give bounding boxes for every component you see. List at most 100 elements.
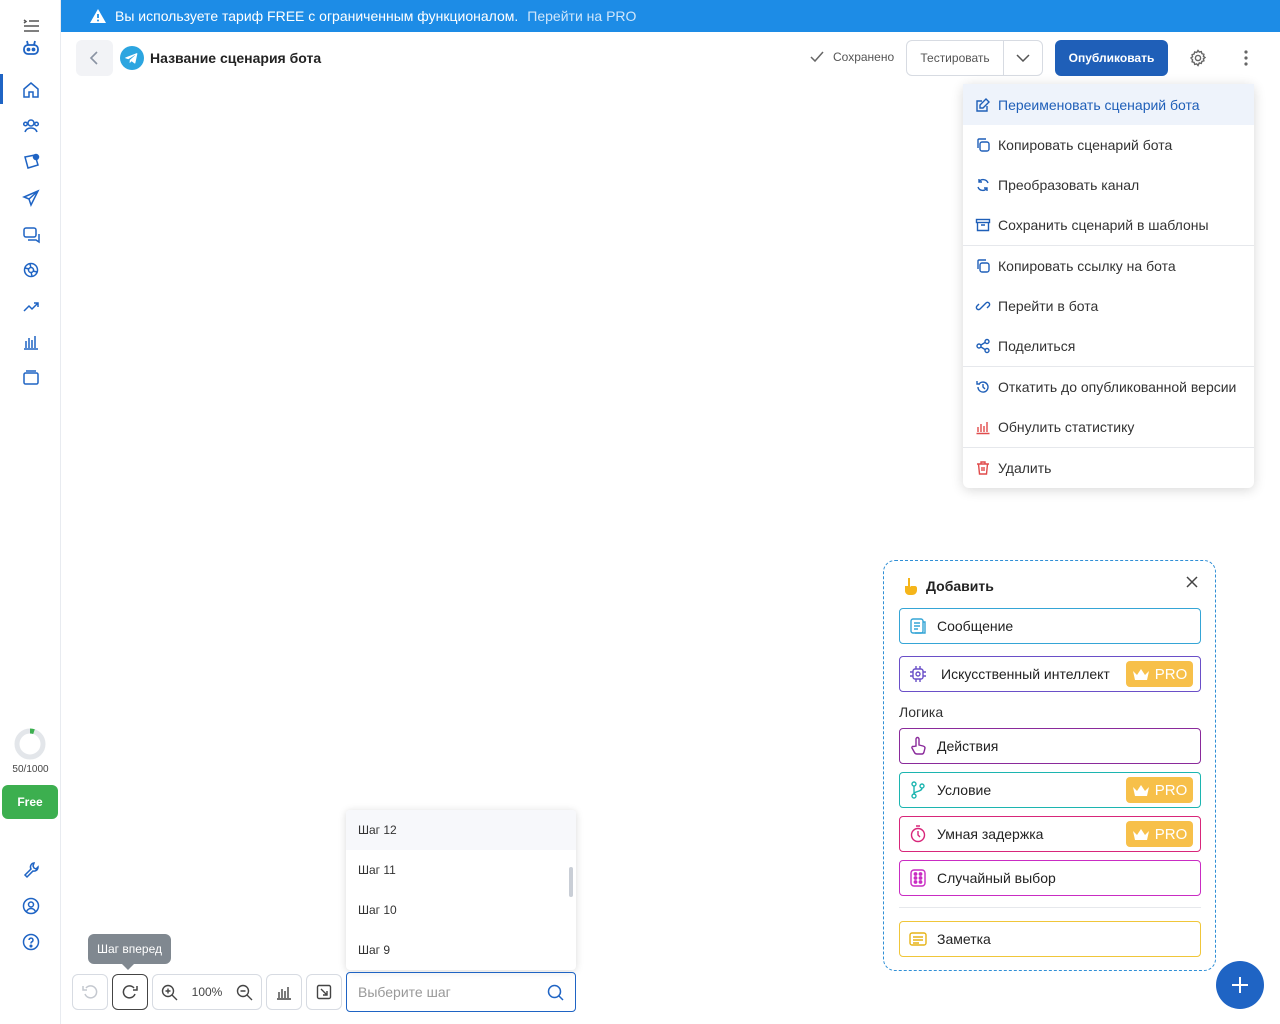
profile-icon[interactable] xyxy=(21,896,41,916)
bot-logo-icon[interactable] xyxy=(21,38,41,58)
undo-icon xyxy=(82,985,98,999)
usage-ring xyxy=(14,728,46,760)
add-panel-title-text: Добавить xyxy=(926,578,994,594)
bar-chart-icon xyxy=(277,987,291,1000)
edit-icon xyxy=(976,97,990,112)
zoom-in-icon[interactable] xyxy=(161,984,178,1001)
step-option[interactable]: Шаг 9 xyxy=(346,930,576,970)
block-label: Заметка xyxy=(937,931,991,947)
usage-counter: 50/1000 xyxy=(12,764,49,775)
users-icon[interactable] xyxy=(21,116,41,136)
menu-item-rollback[interactable]: Откатить до опубликованной версии xyxy=(963,367,1254,407)
sidebar: 50/1000 Free xyxy=(0,0,61,1024)
redo-button[interactable] xyxy=(112,974,148,1010)
add-condition-block[interactable]: Условие PRO xyxy=(899,772,1201,808)
folder-icon[interactable] xyxy=(21,368,41,388)
zoom-out-icon[interactable] xyxy=(236,984,253,1001)
plan-button[interactable]: Free xyxy=(2,785,58,819)
chevron-down-icon xyxy=(1016,54,1030,62)
chevron-left-icon xyxy=(89,51,98,65)
help-icon[interactable] xyxy=(21,932,41,952)
menu-item-reset-stats[interactable]: Обнулить статистику xyxy=(963,407,1254,447)
block-label: Искусственный интеллект xyxy=(941,666,1110,682)
active-indicator xyxy=(0,74,3,104)
archive-icon xyxy=(975,218,991,232)
ai-chip-icon xyxy=(910,666,926,682)
fit-view-button[interactable] xyxy=(306,974,342,1010)
bot-title[interactable]: Название сценария бота xyxy=(150,50,321,66)
trend-icon[interactable] xyxy=(21,296,41,316)
collapse-menu-icon[interactable] xyxy=(21,16,41,36)
broadcast-icon[interactable] xyxy=(21,152,41,172)
note-icon xyxy=(909,932,927,946)
add-block-fab[interactable] xyxy=(1216,961,1264,1009)
analytics-icon[interactable] xyxy=(21,332,41,352)
menu-item-open-bot[interactable]: Перейти в бота xyxy=(963,286,1254,326)
statistics-button[interactable] xyxy=(266,974,302,1010)
menu-item-label: Удалить xyxy=(998,460,1052,476)
add-block-panel: Добавить Сообщение Искусственный интелле… xyxy=(883,560,1216,971)
step-option[interactable]: Шаг 11 xyxy=(346,850,576,890)
upgrade-link[interactable]: Перейти на PRO xyxy=(527,8,636,24)
add-smart-delay-block[interactable]: Умная задержка PRO xyxy=(899,816,1201,852)
timer-icon xyxy=(910,825,926,843)
chart-icon xyxy=(976,422,990,435)
add-actions-block[interactable]: Действия xyxy=(899,728,1201,764)
undo-button[interactable] xyxy=(72,974,108,1010)
pro-badge-label: PRO xyxy=(1154,781,1188,799)
gear-icon xyxy=(1189,49,1207,67)
step-option[interactable]: Шаг 10 xyxy=(346,890,576,930)
menu-item-label: Переименовать сценарий бота xyxy=(998,96,1200,113)
block-label: Умная задержка xyxy=(937,826,1044,842)
step-list-scrollbar[interactable] xyxy=(569,867,573,897)
menu-item-copy-link[interactable]: Копировать ссылку на бота xyxy=(963,246,1254,286)
menu-item-rename[interactable]: Переименовать сценарий бота xyxy=(963,84,1254,125)
link-icon xyxy=(975,301,991,311)
integrations-icon[interactable] xyxy=(21,260,41,280)
menu-item-label: Поделиться xyxy=(998,338,1076,354)
publish-button[interactable]: Опубликовать xyxy=(1055,40,1168,76)
settings-button[interactable] xyxy=(1188,48,1208,68)
step-search-input[interactable]: Выберите шаг xyxy=(346,972,576,1012)
history-icon xyxy=(976,381,989,393)
banner-text: Вы используете тариф FREE с ограниченным… xyxy=(115,8,519,24)
tools-icon[interactable] xyxy=(21,860,41,880)
menu-item-label: Копировать сценарий бота xyxy=(998,137,1173,153)
save-status: Сохранено xyxy=(810,50,894,64)
branch-icon xyxy=(911,781,925,799)
menu-item-save-template[interactable]: Сохранить сценарий в шаблоны xyxy=(963,205,1254,245)
test-dropdown-button[interactable] xyxy=(1004,41,1042,75)
add-random-block[interactable]: Случайный выбор xyxy=(899,860,1201,896)
menu-item-convert-channel[interactable]: Преобразовать канал xyxy=(963,165,1254,205)
menu-item-share[interactable]: Поделиться xyxy=(963,326,1254,366)
close-icon[interactable] xyxy=(1185,575,1199,589)
block-label: Сообщение xyxy=(937,618,1014,634)
zoom-controls: 100% xyxy=(152,974,262,1010)
back-button[interactable] xyxy=(76,40,113,76)
redo-icon xyxy=(122,985,138,999)
telegram-icon xyxy=(120,46,144,70)
menu-item-label: Сохранить сценарий в шаблоны xyxy=(998,217,1209,233)
home-icon[interactable] xyxy=(21,80,41,100)
more-options-button[interactable] xyxy=(1240,48,1252,68)
menu-item-delete[interactable]: Удалить xyxy=(963,448,1254,488)
step-option[interactable]: Шаг 12 xyxy=(346,810,576,850)
add-message-block[interactable]: Сообщение xyxy=(899,608,1201,644)
menu-item-copy-scenario[interactable]: Копировать сценарий бота xyxy=(963,125,1254,165)
menu-item-label: Копировать ссылку на бота xyxy=(998,258,1176,274)
step-dropdown: Шаг 12 Шаг 11 Шаг 10 Шаг 9 xyxy=(346,810,576,970)
dice-icon xyxy=(910,869,926,887)
logic-section-label: Логика xyxy=(899,704,944,720)
add-ai-block[interactable]: Искусственный интеллект PRO xyxy=(899,656,1201,692)
test-button[interactable]: Тестировать xyxy=(907,41,1004,75)
redo-tooltip: Шаг вперед xyxy=(88,934,171,970)
chat-icon[interactable] xyxy=(21,224,41,244)
send-icon[interactable] xyxy=(21,188,41,208)
fit-screen-icon xyxy=(316,984,332,1000)
add-note-block[interactable]: Заметка xyxy=(899,921,1201,957)
refresh-icon xyxy=(977,178,989,192)
saved-label: Сохранено xyxy=(833,50,895,64)
add-panel-title: Добавить xyxy=(902,577,994,595)
options-menu: Переименовать сценарий бота Копировать с… xyxy=(963,84,1254,488)
hand-pointer-icon xyxy=(911,736,926,755)
